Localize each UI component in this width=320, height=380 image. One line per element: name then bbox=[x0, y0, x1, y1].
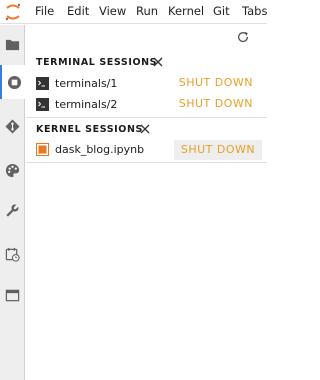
shut-down-button[interactable]: SHUT DOWN bbox=[174, 140, 262, 160]
section-divider bbox=[26, 117, 267, 118]
section-divider bbox=[26, 162, 267, 163]
running-sessions-panel: TERMINAL SESSIONS terminals/1 SHUT DOWN … bbox=[26, 25, 267, 380]
running-sessions-tab[interactable] bbox=[0, 65, 26, 99]
terminal-sessions-header: TERMINAL SESSIONS bbox=[26, 52, 267, 74]
timing-tab[interactable] bbox=[0, 237, 25, 271]
kernel-session-row[interactable]: dask_blog.ipynb SHUT DOWN bbox=[26, 140, 267, 160]
running-sessions-icon bbox=[7, 75, 21, 89]
close-icon[interactable] bbox=[139, 123, 151, 135]
menu-kernel[interactable]: Kernel bbox=[168, 4, 204, 18]
folder-icon bbox=[5, 39, 20, 50]
git-icon bbox=[5, 118, 20, 134]
terminal-icon bbox=[36, 98, 49, 111]
left-sidebar-rail bbox=[0, 25, 26, 380]
file-browser-tab[interactable] bbox=[0, 27, 25, 61]
wrench-icon bbox=[6, 204, 19, 217]
close-icon[interactable] bbox=[152, 56, 164, 68]
terminal-session-row[interactable]: terminals/2 SHUT DOWN bbox=[26, 95, 267, 115]
terminal-session-label[interactable]: terminals/2 bbox=[55, 98, 117, 111]
menu-view[interactable]: View bbox=[99, 4, 126, 18]
menu-tabs[interactable]: Tabs bbox=[242, 4, 267, 18]
git-tab[interactable] bbox=[0, 109, 25, 143]
open-tabs-tab[interactable] bbox=[0, 278, 25, 312]
kernel-sessions-header: KERNEL SESSIONS bbox=[26, 119, 267, 141]
kernel-session-label[interactable]: dask_blog.ipynb bbox=[55, 143, 144, 156]
terminal-session-row[interactable]: terminals/1 SHUT DOWN bbox=[26, 74, 267, 94]
menu-edit[interactable]: Edit bbox=[67, 4, 89, 18]
terminal-icon bbox=[36, 77, 49, 90]
menu-git[interactable]: Git bbox=[213, 4, 230, 18]
shut-down-button[interactable]: SHUT DOWN bbox=[179, 97, 253, 110]
menu-bar: File Edit View Run Kernel Git Tabs bbox=[0, 0, 267, 24]
palette-icon bbox=[5, 163, 20, 177]
tabs-icon bbox=[5, 289, 20, 301]
menu-run[interactable]: Run bbox=[136, 4, 158, 18]
kernel-sessions-title: KERNEL SESSIONS bbox=[36, 124, 143, 135]
terminal-sessions-title: TERMINAL SESSIONS bbox=[36, 57, 158, 68]
extension-manager-tab[interactable] bbox=[0, 193, 25, 227]
shut-down-button[interactable]: SHUT DOWN bbox=[179, 76, 253, 89]
refresh-icon[interactable] bbox=[236, 30, 250, 44]
jupyter-logo-icon[interactable] bbox=[4, 2, 22, 22]
terminal-session-label[interactable]: terminals/1 bbox=[55, 77, 117, 90]
history-icon bbox=[5, 247, 20, 262]
notebook-icon bbox=[36, 143, 49, 156]
property-inspector-tab[interactable] bbox=[0, 153, 25, 187]
menu-file[interactable]: File bbox=[35, 4, 54, 18]
